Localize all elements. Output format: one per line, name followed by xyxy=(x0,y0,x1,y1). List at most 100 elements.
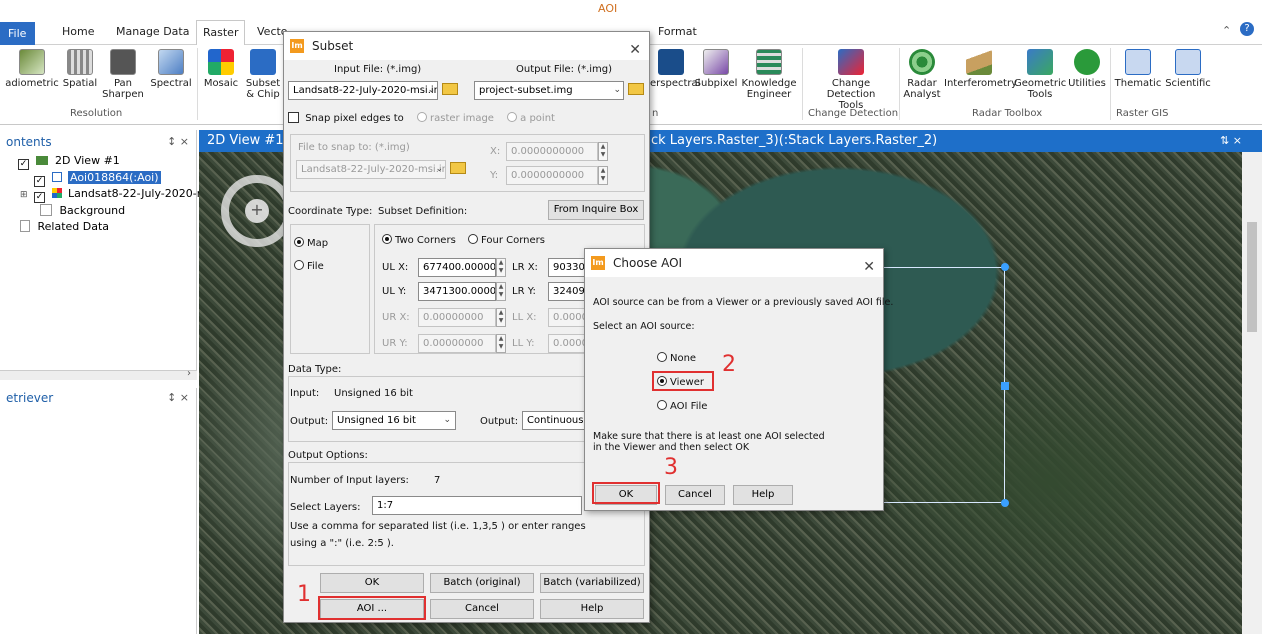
zoom-in-icon[interactable]: + xyxy=(245,199,269,223)
ury-field[interactable]: 0.00000000 xyxy=(418,334,496,353)
coord-map-radio[interactable]: Map xyxy=(294,237,328,249)
tree-item-background[interactable]: Background xyxy=(40,204,125,217)
ulx-spinner[interactable]: ▲ ▼ xyxy=(496,258,506,277)
step1-number: 1 xyxy=(297,582,311,607)
viewer-pin-icon[interactable]: ⇅ × xyxy=(1220,130,1242,152)
batch-variabilized-button[interactable]: Batch (variabilized) xyxy=(540,573,644,593)
mosaic-button[interactable]: Mosaic xyxy=(200,49,242,89)
tab-raster[interactable]: Raster xyxy=(196,20,246,46)
lrx-field[interactable]: 903300 xyxy=(548,258,588,277)
file-to-snap-label: File to snap to: (*.img) xyxy=(298,142,410,153)
expand-icon[interactable]: ⊞ xyxy=(20,190,28,200)
aoi-help-button[interactable]: Help xyxy=(733,485,793,505)
batch-original-button[interactable]: Batch (original) xyxy=(430,573,534,593)
coord-file-radio[interactable]: File xyxy=(294,260,324,272)
file-to-snap-field[interactable]: Landsat8-22-July-2020-msi.im ⌄ xyxy=(296,160,446,179)
radar-analyst-button[interactable]: Radar Analyst xyxy=(902,49,942,100)
x-spinner[interactable]: ▲ ▼ xyxy=(598,142,608,161)
aoi-none-radio[interactable]: None xyxy=(657,352,696,364)
spectral-button[interactable]: Spectral xyxy=(148,49,194,89)
output-layer-type-select[interactable]: Continuous xyxy=(522,411,592,430)
checkbox-landsat[interactable]: ✓ xyxy=(34,192,46,203)
viewer-vscrollbar[interactable] xyxy=(1242,152,1262,634)
aoi-cancel-button[interactable]: Cancel xyxy=(665,485,725,505)
subset-chip-button[interactable]: Subset & Chip xyxy=(243,49,283,100)
utilities-icon xyxy=(1074,49,1100,75)
chevron-down-icon[interactable]: ⌄ xyxy=(427,82,435,99)
input-type-value: Unsigned 16 bit xyxy=(334,388,413,399)
select-layers-field[interactable]: 1:7 xyxy=(372,496,582,515)
geometric-tools-button[interactable]: Geometric Tools xyxy=(1014,49,1066,100)
subset-ok-button[interactable]: OK xyxy=(320,573,424,593)
folder-icon[interactable] xyxy=(450,162,466,174)
pane-pin-icon[interactable]: ↕ × xyxy=(167,132,189,152)
scroll-right-icon[interactable]: › xyxy=(187,368,191,379)
close-icon[interactable]: ✕ xyxy=(863,253,875,281)
two-corners-radio[interactable]: Two Corners xyxy=(382,234,456,246)
output-file-field[interactable]: project-subset.img ⌄ xyxy=(474,81,624,100)
pan-sharpen-button[interactable]: Pan Sharpen xyxy=(100,49,146,100)
tree-item-2d-view[interactable]: ✓ 2D View #1 xyxy=(18,154,120,170)
checkbox-2d-view[interactable]: ✓ xyxy=(18,159,29,170)
uly-field[interactable]: 3471300.000000 xyxy=(418,282,496,301)
change-detection-button[interactable]: Change Detection Tools xyxy=(806,49,896,111)
llx-field[interactable]: 0.0000 xyxy=(548,308,588,327)
ulx-field[interactable]: 677400.0000000 xyxy=(418,258,496,277)
chevron-down-icon[interactable]: ⌄ xyxy=(443,412,451,429)
snap-point-radio[interactable] xyxy=(507,112,518,122)
pane-pin-icon[interactable]: ↕ × xyxy=(167,388,189,408)
view-icon xyxy=(35,156,48,165)
folder-icon[interactable] xyxy=(628,83,644,95)
snap-checkbox-row[interactable]: Snap pixel edges to raster image a point xyxy=(288,112,555,124)
output-type-select[interactable]: Unsigned 16 bit ⌄ xyxy=(332,411,456,430)
input-file-field[interactable]: Landsat8-22-July-2020-msi.in ⌄ xyxy=(288,81,438,100)
related-data-icon xyxy=(20,220,30,232)
radiometric-button[interactable]: adiometric xyxy=(4,49,60,89)
tree-item-landsat[interactable]: ⊞ ✓ Landsat8-22-July-2020-r xyxy=(20,187,201,203)
from-inquire-box-button[interactable]: From Inquire Box xyxy=(548,200,644,220)
tree-item-related-data[interactable]: Related Data xyxy=(20,220,109,233)
aoi-handle[interactable] xyxy=(1001,263,1009,271)
aoi-handle[interactable] xyxy=(1001,382,1009,390)
thematic-button[interactable]: Thematic xyxy=(1114,49,1162,89)
y-field[interactable]: 0.0000000000 xyxy=(506,166,598,185)
tab-file[interactable]: File xyxy=(0,22,35,45)
tab-home[interactable]: Home xyxy=(56,20,100,45)
subset-help-button[interactable]: Help xyxy=(540,599,644,619)
snap-checkbox[interactable] xyxy=(288,112,299,123)
subpixel-button[interactable]: Subpixel xyxy=(694,49,738,89)
chevron-down-icon[interactable]: ⌄ xyxy=(435,161,443,178)
lry-field[interactable]: 324090 xyxy=(548,282,588,301)
utilities-button[interactable]: Utilities xyxy=(1066,49,1108,89)
lly-field[interactable]: 0.0000 xyxy=(548,334,588,353)
tab-format[interactable]: Format xyxy=(652,20,703,45)
subset-icon xyxy=(250,49,276,75)
help-icon[interactable]: ? xyxy=(1240,22,1254,36)
urx-spinner[interactable]: ▲ ▼ xyxy=(496,308,506,327)
hyperspectral-button[interactable]: erspectral xyxy=(650,49,700,89)
aoi-file-radio[interactable]: AOI File xyxy=(657,400,707,412)
knowledge-engineer-button[interactable]: Knowledge Engineer xyxy=(740,49,798,100)
tree-item-aoi[interactable]: ✓ Aoi018864(:Aoi) xyxy=(34,171,161,187)
ury-spinner[interactable]: ▲ ▼ xyxy=(496,334,506,353)
collapse-ribbon-icon[interactable]: ⌃ xyxy=(1222,24,1231,37)
spatial-button[interactable]: Spatial xyxy=(60,49,100,89)
urx-field[interactable]: 0.00000000 xyxy=(418,308,496,327)
interferometry-button[interactable]: Interferometry xyxy=(944,49,1017,89)
scientific-button[interactable]: Scientific xyxy=(1164,49,1212,89)
aoi-handle[interactable] xyxy=(1001,499,1009,507)
checkbox-aoi[interactable]: ✓ xyxy=(34,176,45,187)
subset-cancel-button[interactable]: Cancel xyxy=(430,599,534,619)
folder-icon[interactable] xyxy=(442,83,458,95)
y-spinner[interactable]: ▲ ▼ xyxy=(598,166,608,185)
uly-spinner[interactable]: ▲ ▼ xyxy=(496,282,506,301)
aoi-source-description: AOI source can be from a Viewer or a pre… xyxy=(593,297,894,308)
tab-manage-data[interactable]: Manage Data xyxy=(110,20,195,45)
x-field[interactable]: 0.0000000000 xyxy=(506,142,598,161)
close-icon[interactable]: ✕ xyxy=(629,36,641,64)
viewer-vscroll-thumb[interactable] xyxy=(1247,222,1257,332)
contents-scrollbar[interactable]: › xyxy=(0,368,197,380)
chevron-down-icon[interactable]: ⌄ xyxy=(613,82,621,99)
four-corners-radio[interactable]: Four Corners xyxy=(468,234,545,246)
snap-raster-radio[interactable] xyxy=(417,112,427,122)
